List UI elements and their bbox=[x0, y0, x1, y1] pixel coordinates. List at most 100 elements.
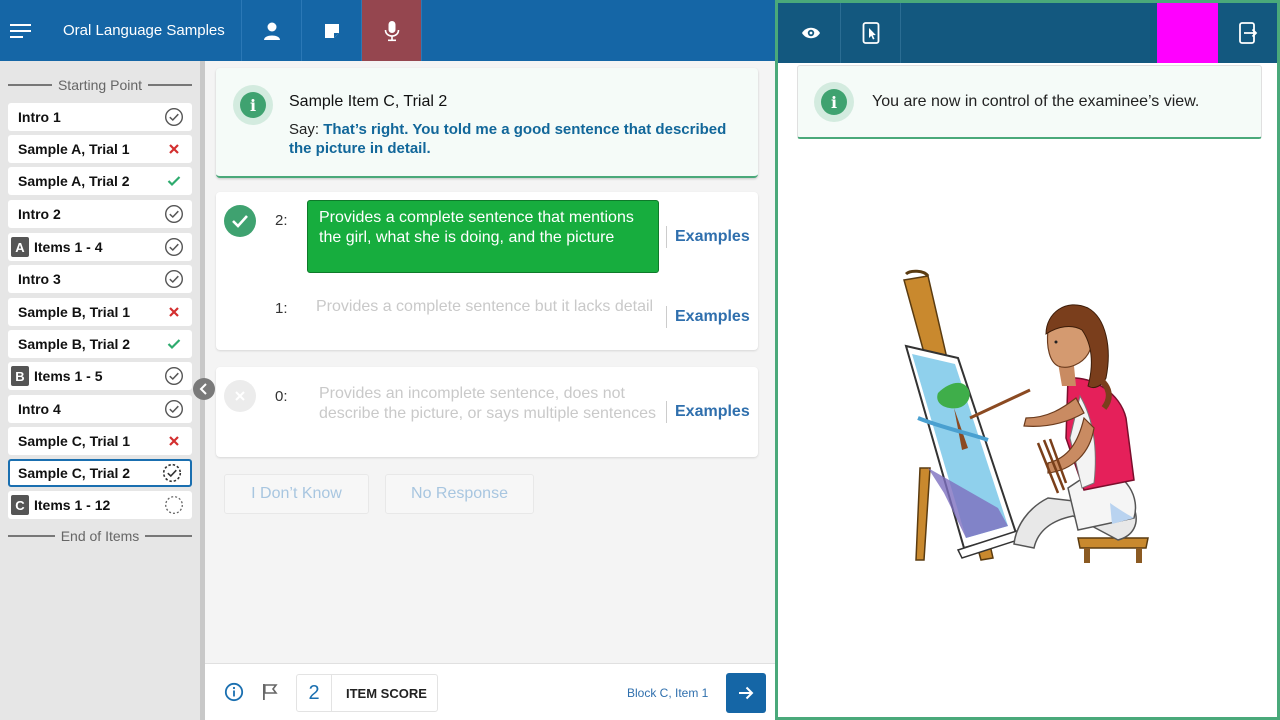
sidebar-item-label: Sample C, Trial 1 bbox=[18, 433, 131, 449]
sidebar-item-sample-b-trial-2[interactable]: Sample B, Trial 2 bbox=[8, 330, 192, 358]
complete-check-icon bbox=[163, 203, 185, 225]
notes-button[interactable] bbox=[302, 0, 362, 61]
score-card: 2: Provides a complete sentence that men… bbox=[216, 192, 758, 350]
chevron-left-icon bbox=[199, 383, 207, 395]
item-score-value: 2 bbox=[297, 675, 332, 711]
score-2-examples-link[interactable]: Examples bbox=[666, 226, 750, 248]
hamburger-icon bbox=[10, 23, 31, 38]
flag-icon bbox=[263, 684, 278, 700]
sidebar-item-label: Items 1 - 12 bbox=[34, 497, 111, 513]
score-2-option[interactable]: Provides a complete sentence that mentio… bbox=[307, 200, 659, 273]
complete-check-icon bbox=[163, 268, 185, 290]
score-2-selected-indicator[interactable] bbox=[224, 205, 256, 237]
score-0-option[interactable]: Provides an incomplete sentence, does no… bbox=[319, 384, 659, 423]
complete-check-icon bbox=[163, 106, 185, 128]
sidebar-item-sample-c-trial-2[interactable]: Sample C, Trial 2 bbox=[8, 459, 192, 487]
exit-tablet-icon bbox=[1238, 22, 1257, 44]
correct-check-icon bbox=[163, 333, 185, 355]
info-icon: i bbox=[233, 85, 273, 125]
magenta-placeholder-button[interactable] bbox=[1157, 3, 1218, 63]
close-icon bbox=[235, 391, 245, 401]
sidebar-item-items-1-12[interactable]: C Items 1 - 12 bbox=[8, 491, 192, 519]
sidebar-item-intro-3[interactable]: Intro 3 bbox=[8, 265, 192, 293]
top-bar: Oral Language Samples bbox=[0, 0, 775, 61]
score-0-examples-link[interactable]: Examples bbox=[666, 401, 750, 423]
examinee-view-panel: i You are now in control of the examinee… bbox=[775, 0, 1280, 720]
sidebar-item-label: Intro 3 bbox=[18, 271, 61, 287]
item-content: i Sample Item C, Trial 2 Say: That’s rig… bbox=[205, 61, 775, 663]
sidebar-item-label: Sample B, Trial 1 bbox=[18, 304, 131, 320]
sidebar-item-label: Sample A, Trial 1 bbox=[18, 141, 130, 157]
microphone-icon bbox=[384, 20, 399, 41]
block-badge: B bbox=[11, 366, 29, 386]
score-1-examples-link[interactable]: Examples bbox=[666, 306, 750, 328]
sidebar-item-label: Intro 1 bbox=[18, 109, 61, 125]
view-toggle-button[interactable] bbox=[781, 3, 841, 63]
item-score-label: ITEM SCORE bbox=[346, 685, 427, 701]
sidebar-item-label: Sample A, Trial 2 bbox=[18, 173, 130, 189]
girl-painting-picture bbox=[903, 269, 1149, 563]
score-card-zero: 0: Provides an incomplete sentence, does… bbox=[216, 367, 758, 457]
sidebar-item-intro-4[interactable]: Intro 4 bbox=[8, 395, 192, 423]
checkmark-icon bbox=[232, 215, 248, 228]
say-card: i Sample Item C, Trial 2 Say: That’s rig… bbox=[216, 68, 758, 178]
score-1-option[interactable]: Provides a complete sentence but it lack… bbox=[316, 297, 656, 317]
info-circle-icon bbox=[224, 682, 244, 702]
sidebar-item-label: Items 1 - 5 bbox=[34, 368, 103, 384]
sidebar-item-label: Sample B, Trial 2 bbox=[18, 336, 131, 352]
say-instruction: Say: That’s right. You told me a good se… bbox=[289, 120, 729, 158]
app-title: Oral Language Samples bbox=[42, 0, 242, 61]
menu-button[interactable] bbox=[0, 0, 42, 61]
record-button[interactable] bbox=[362, 0, 422, 61]
item-info-button[interactable] bbox=[224, 682, 244, 702]
sidebar-item-label: Items 1 - 4 bbox=[34, 239, 103, 255]
examinee-toolbar bbox=[778, 3, 1277, 63]
score-0-indicator[interactable] bbox=[224, 380, 256, 412]
eye-icon bbox=[801, 27, 820, 39]
complete-check-icon bbox=[163, 236, 185, 258]
person-icon bbox=[263, 22, 280, 40]
score-2-value: 2: bbox=[275, 212, 288, 229]
sidebar-item-sample-c-trial-1[interactable]: Sample C, Trial 1 bbox=[8, 427, 192, 455]
control-examinee-button[interactable] bbox=[841, 3, 901, 63]
starting-point-divider: Starting Point bbox=[8, 76, 192, 94]
control-notice: i You are now in control of the examinee… bbox=[797, 65, 1262, 139]
score-0-value: 0: bbox=[275, 388, 288, 405]
item-score-box: 2 ITEM SCORE bbox=[296, 674, 438, 712]
say-text: That’s right. You told me a good sentenc… bbox=[289, 121, 727, 157]
item-sidebar: Starting Point Intro 1 Sample A, Trial 1 S… bbox=[0, 61, 200, 720]
next-item-button[interactable] bbox=[726, 673, 766, 713]
sidebar-item-sample-b-trial-1[interactable]: Sample B, Trial 1 bbox=[8, 298, 192, 326]
arrow-right-icon bbox=[739, 686, 754, 700]
no-response-button[interactable]: No Response bbox=[385, 474, 534, 514]
collapse-sidebar-button[interactable] bbox=[193, 378, 215, 400]
sidebar-item-intro-2[interactable]: Intro 2 bbox=[8, 200, 192, 228]
say-label: Say: bbox=[289, 121, 320, 138]
block-badge: C bbox=[11, 495, 29, 515]
sidebar-item-label: Sample C, Trial 2 bbox=[18, 465, 131, 481]
block-badge: A bbox=[11, 237, 29, 257]
complete-check-icon bbox=[163, 398, 185, 420]
block-position: Block C, Item 1 bbox=[627, 686, 709, 700]
tablet-touch-icon bbox=[862, 22, 879, 44]
incorrect-x-icon bbox=[163, 301, 185, 323]
end-of-items-label: End of Items bbox=[60, 528, 140, 544]
sidebar-item-intro-1[interactable]: Intro 1 bbox=[8, 103, 192, 131]
end-of-items-divider: End of Items bbox=[8, 527, 192, 545]
not-started-dashed-icon bbox=[163, 494, 185, 516]
dont-know-button[interactable]: I Don’t Know bbox=[224, 474, 369, 514]
exit-examinee-view-button[interactable] bbox=[1218, 3, 1277, 63]
sidebar-item-items-1-5[interactable]: B Items 1 - 5 bbox=[8, 362, 192, 390]
sidebar-item-label: Intro 2 bbox=[18, 206, 61, 222]
starting-point-label: Starting Point bbox=[57, 77, 143, 93]
sidebar-item-sample-a-trial-2[interactable]: Sample A, Trial 2 bbox=[8, 167, 192, 195]
complete-check-icon bbox=[163, 365, 185, 387]
sidebar-item-items-1-4[interactable]: A Items 1 - 4 bbox=[8, 233, 192, 261]
examinee-button[interactable] bbox=[242, 0, 302, 61]
incorrect-x-icon bbox=[163, 430, 185, 452]
score-1-value: 1: bbox=[275, 300, 288, 317]
sidebar-item-label: Intro 4 bbox=[18, 401, 61, 417]
flag-button[interactable] bbox=[260, 682, 280, 702]
sidebar-item-sample-a-trial-1[interactable]: Sample A, Trial 1 bbox=[8, 135, 192, 163]
note-icon bbox=[324, 23, 339, 38]
